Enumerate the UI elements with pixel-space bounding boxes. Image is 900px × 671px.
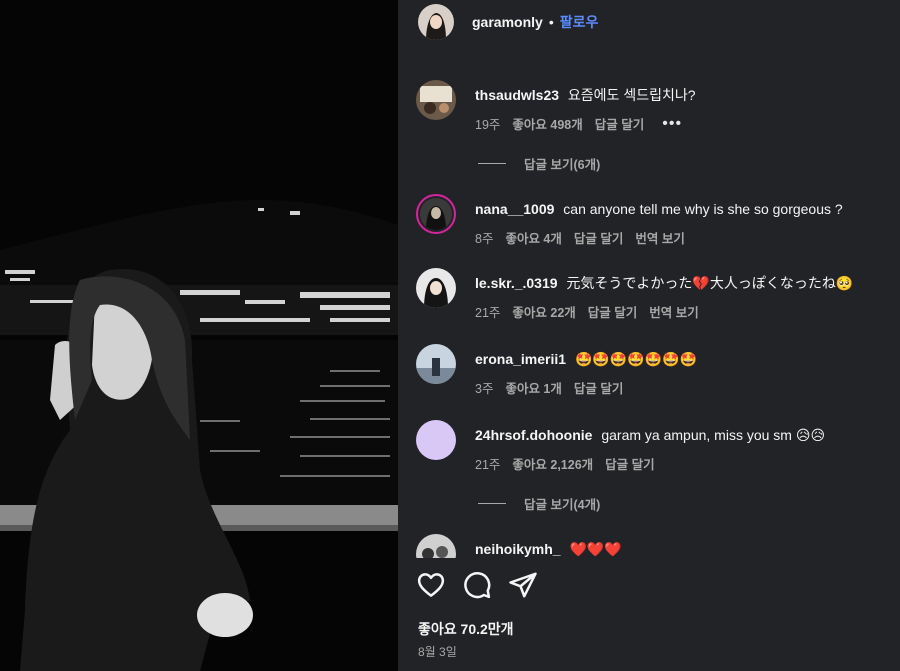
comment-meta: 21주 좋아요 2,126개 답글 달기	[475, 454, 895, 473]
view-replies-line	[478, 503, 506, 504]
commenter-username[interactable]: 24hrsof.dohoonie	[475, 427, 592, 443]
comment-body: 24hrsof.dohoonie garam ya ampun, miss yo…	[475, 426, 895, 473]
comment-text: garam ya ampun, miss you sm 😥😥	[601, 427, 826, 443]
comment-text: 元気そうでよかった💔大人っぽくなったね🥺	[566, 275, 854, 291]
commenter-avatar[interactable]	[416, 268, 456, 308]
commenter-username[interactable]: erona_imerii1	[475, 351, 566, 367]
commenter-avatar[interactable]	[416, 534, 456, 558]
comment-body: le.skr._.0319 元気そうでよかった💔大人っぽくなったね🥺 21주 좋…	[475, 274, 895, 321]
comment-meta: 21주 좋아요 22개 답글 달기 번역 보기	[475, 302, 895, 321]
comment-likes[interactable]: 좋아요 1개	[505, 378, 561, 397]
reply-button[interactable]: 답글 달기	[605, 454, 654, 473]
post-photo[interactable]	[0, 0, 398, 671]
comment-time[interactable]: 8주	[475, 228, 493, 247]
comment-text-line: thsaudwls23 요즘에도 섹드립치나?	[475, 86, 895, 104]
commenter-username[interactable]: nana__1009	[475, 201, 554, 217]
comment-likes[interactable]: 좋아요 22개	[512, 302, 575, 321]
comment-text-line: erona_imerii1 🤩🤩🤩🤩🤩🤩🤩	[475, 350, 895, 368]
commenter-username[interactable]: thsaudwls23	[475, 87, 559, 103]
commenter-username[interactable]: le.skr._.0319	[475, 275, 558, 291]
view-replies-button[interactable]: 답글 보기(4개)	[478, 494, 600, 513]
translate-button[interactable]: 번역 보기	[649, 302, 698, 321]
commenter-avatar[interactable]	[416, 80, 456, 120]
comment-text: can anyone tell me why is she so gorgeou…	[563, 201, 843, 217]
comment-text-line: neihoikymh_ ❤️❤️❤️	[475, 540, 886, 558]
view-replies-button[interactable]: 답글 보기(6개)	[478, 154, 600, 173]
comment-text: ❤️❤️❤️	[569, 541, 622, 557]
comment-body: erona_imerii1 🤩🤩🤩🤩🤩🤩🤩 3주 좋아요 1개 답글 달기	[475, 350, 895, 397]
comment-item: neihoikymh_ ❤️❤️❤️	[416, 522, 886, 558]
comment-text: 🤩🤩🤩🤩🤩🤩🤩	[574, 351, 697, 367]
author-avatar[interactable]	[418, 4, 454, 40]
reply-button[interactable]: 답글 달기	[588, 302, 637, 321]
post-photo-image	[0, 0, 398, 671]
commenter-avatar[interactable]	[416, 344, 456, 384]
comment-icon[interactable]	[462, 570, 492, 600]
comment-body: nana__1009 can anyone tell me why is she…	[475, 200, 895, 247]
follow-button[interactable]: 팔로우	[560, 12, 599, 32]
view-replies-label: 답글 보기(4개)	[524, 498, 601, 512]
comment-meta: 19주 좋아요 498개 답글 달기 •••	[475, 114, 895, 133]
comment-time[interactable]: 19주	[475, 114, 500, 133]
view-replies-line	[478, 163, 506, 164]
reply-button[interactable]: 답글 달기	[574, 228, 623, 247]
separator-dot: •	[548, 14, 554, 30]
comment-meta: 3주 좋아요 1개 답글 달기	[475, 378, 895, 397]
comment-likes[interactable]: 좋아요 2,126개	[512, 454, 593, 473]
reply-button[interactable]: 답글 달기	[574, 378, 623, 397]
author-username[interactable]: garamonly	[472, 14, 543, 30]
commenter-username[interactable]: neihoikymh_	[475, 541, 561, 557]
commenter-avatar[interactable]	[416, 420, 456, 460]
comment-time[interactable]: 21주	[475, 302, 500, 321]
post-actions	[416, 570, 554, 600]
comment-meta: 8주 좋아요 4개 답글 달기 번역 보기	[475, 228, 895, 247]
comment-text-line: nana__1009 can anyone tell me why is she…	[475, 200, 895, 218]
comment-likes[interactable]: 좋아요 4개	[505, 228, 561, 247]
post-date[interactable]: 8월 3일	[418, 643, 457, 660]
comment-likes[interactable]: 좋아요 498개	[512, 114, 582, 133]
comment-text-line: 24hrsof.dohoonie garam ya ampun, miss yo…	[475, 426, 895, 444]
more-options-icon[interactable]: •••	[662, 115, 682, 133]
commenter-avatar[interactable]	[416, 194, 456, 234]
comment-time[interactable]: 3주	[475, 378, 493, 397]
comment-body: neihoikymh_ ❤️❤️❤️	[475, 540, 886, 558]
share-icon[interactable]	[508, 570, 538, 600]
post-details-panel: garamonly • 팔로우 thsaudwls23 요즘에도 섹드립치나? …	[398, 0, 900, 671]
comment-time[interactable]: 21주	[475, 454, 500, 473]
view-replies-label: 답글 보기(6개)	[524, 158, 601, 172]
like-count[interactable]: 좋아요 70.2만개	[418, 619, 514, 639]
reply-button[interactable]: 답글 달기	[595, 114, 644, 133]
comment-text-line: le.skr._.0319 元気そうでよかった💔大人っぽくなったね🥺	[475, 274, 895, 292]
comment-text: 요즘에도 섹드립치나?	[567, 87, 696, 103]
translate-button[interactable]: 번역 보기	[635, 228, 684, 247]
post-header: garamonly • 팔로우	[398, 0, 900, 44]
comment-body: thsaudwls23 요즘에도 섹드립치나? 19주 좋아요 498개 답글 …	[475, 86, 895, 133]
heart-icon[interactable]	[416, 570, 446, 600]
